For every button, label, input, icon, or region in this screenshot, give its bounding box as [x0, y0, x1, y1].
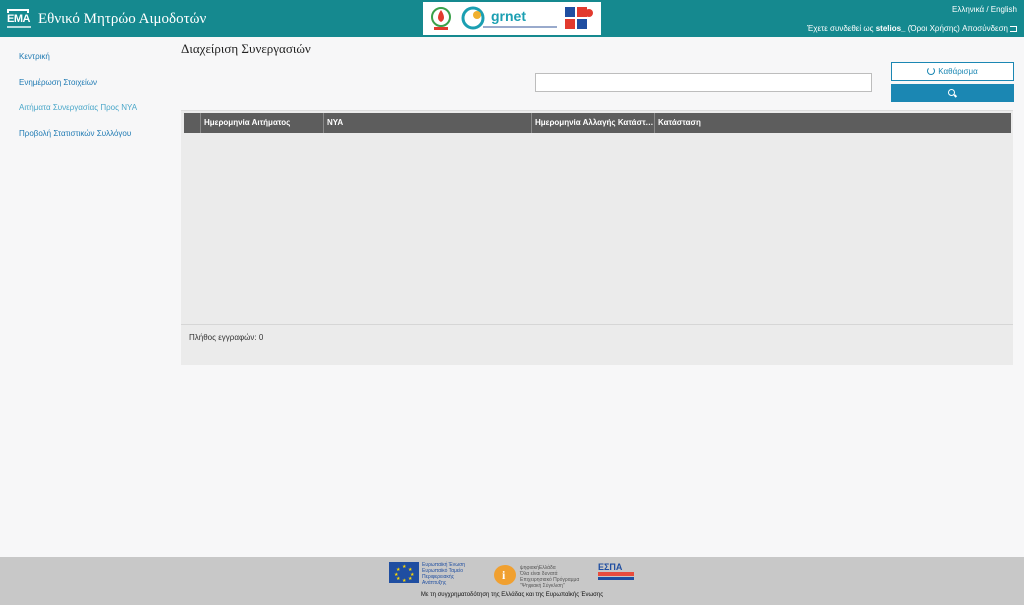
sidebar-item-statistics[interactable]: Προβολή Στατιστικών Συλλόγου	[19, 129, 131, 138]
record-count: Πλήθος εγγραφών: 0	[189, 333, 264, 342]
column-header-nya[interactable]: ΝΥΑ	[323, 113, 531, 133]
eu-logo-text: Ευρωπαϊκή Ένωση Ευρωπαϊκό Ταμείο Περιφερ…	[422, 562, 465, 586]
grnet-subtitle-line	[483, 26, 557, 28]
logout-link[interactable]: Αποσύνδεση	[962, 24, 1008, 33]
footer: ★ ★ ★ ★ ★ ★ ★ ★ Ευρωπαϊκή Ένωση Ευρωπαϊκ…	[0, 557, 1024, 605]
column-header-select[interactable]	[184, 113, 200, 133]
table-header: Ημερομηνία Αιτήματος ΝΥΑ Ημερομηνία Αλλα…	[184, 113, 1011, 133]
table-footer: Πλήθος εγγραφών: 0	[181, 324, 1013, 366]
cofunding-text: Με τη συγχρηματοδότηση της Ελλάδας και τ…	[420, 592, 604, 598]
username: stelios_	[875, 24, 906, 33]
login-prefix: Έχετε συνδεθεί ως	[807, 24, 874, 33]
column-header-request-date[interactable]: Ημερομηνία Αιτήματος	[200, 113, 323, 133]
terms-link[interactable]: (Όροι Χρήσης)	[908, 24, 960, 33]
partner-logos: grnet	[423, 2, 601, 35]
ministry-cross-logo-icon	[565, 7, 593, 29]
user-status-line: Έχετε συνδεθεί ως stelios_ (Όροι Χρήσης)…	[807, 24, 1017, 33]
sidebar-item-update-details[interactable]: Ενημέρωση Στοιχείων	[19, 78, 97, 87]
ema-logo[interactable]: ΕΜΑ	[7, 9, 31, 31]
clear-button[interactable]: Καθάρισμα	[891, 62, 1014, 81]
logo-text: ΕΜΑ	[7, 13, 30, 25]
column-header-status-change-date[interactable]: Ημερομηνία Αλλαγής Κατάστασης	[531, 113, 654, 133]
logo-underline	[7, 26, 31, 28]
page-title: Διαχείριση Συνεργασιών	[181, 41, 311, 56]
clear-button-label: Καθάρισμα	[938, 67, 978, 76]
sidebar-item-home[interactable]: Κεντρική	[19, 52, 50, 61]
espa-logo-bar	[598, 572, 634, 576]
sidebar-item-cooperation-requests[interactable]: Αιτήματα Συνεργασίας Προς ΝΥΑ	[19, 103, 137, 112]
top-header: ΕΜΑ Εθνικό Μητρώο Αιμοδοτών grnet Ελληνι…	[0, 0, 1024, 37]
eu-flag-icon: ★ ★ ★ ★ ★ ★ ★ ★	[389, 562, 419, 584]
search-icon	[948, 89, 955, 96]
digital-greece-icon	[494, 565, 516, 585]
app-title[interactable]: Εθνικό Μητρώο Αιμοδοτών	[38, 11, 206, 28]
espa-logo-bar-secondary	[598, 577, 634, 580]
cooperations-table: Ημερομηνία Αιτήματος ΝΥΑ Ημερομηνία Αλλα…	[181, 110, 1013, 365]
language-switch[interactable]: Ελληνικά / English	[952, 5, 1017, 14]
logout-icon[interactable]	[1010, 26, 1017, 32]
grnet-logo-text: grnet	[491, 8, 526, 24]
espa-logo: ΕΣΠΑ	[598, 562, 623, 572]
reset-icon	[927, 67, 936, 75]
blood-drop-logo-icon	[431, 7, 451, 30]
column-header-status[interactable]: Κατάσταση	[654, 113, 1011, 133]
digital-greece-text: ψηφιακήΕλλάδα Όλα είναι δυνατά Επιχειρησ…	[520, 565, 580, 589]
search-button[interactable]	[891, 84, 1014, 102]
sidebar-nav: Κεντρική Ενημέρωση Στοιχείων Αιτήματα Συ…	[0, 37, 172, 557]
search-input[interactable]	[535, 73, 872, 92]
